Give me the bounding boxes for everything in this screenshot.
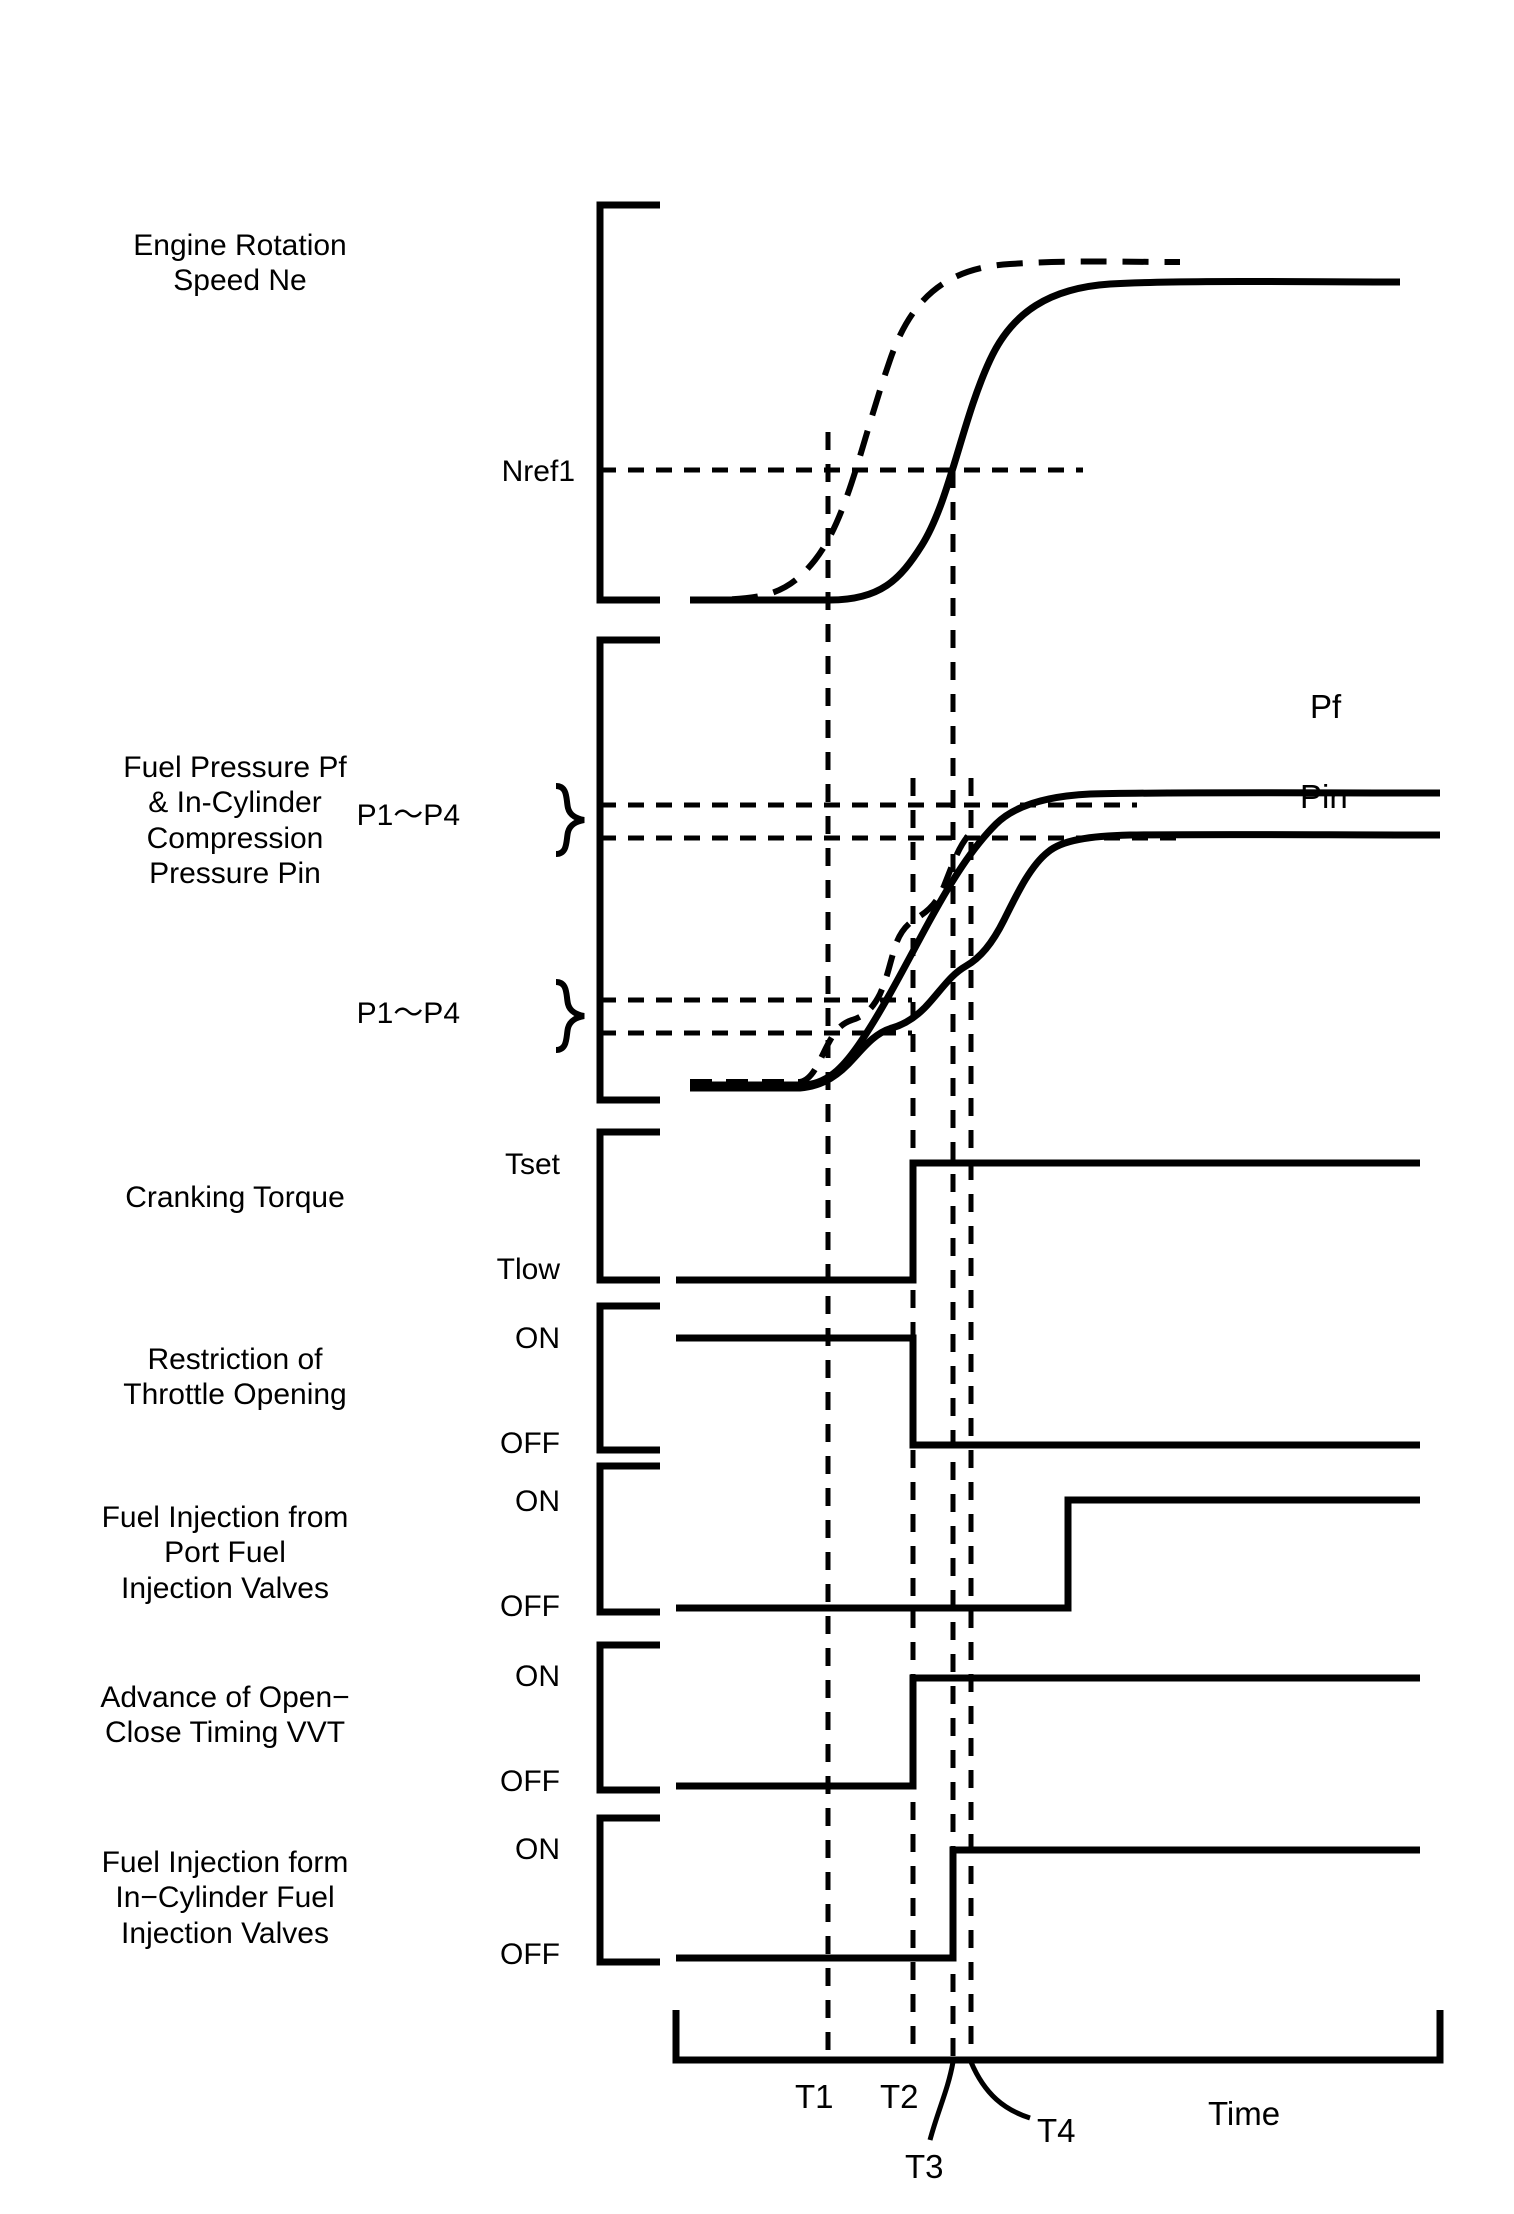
- port-fuel-injection-waveform: [676, 1496, 1420, 1612]
- throttle-restriction-waveform: [676, 1334, 1420, 1449]
- pin-curve: [690, 831, 1441, 1092]
- leader-line-t4: [968, 2061, 1031, 2121]
- leader-line-t3: [927, 2061, 956, 2141]
- axis-bracket-port-fuel: [596, 1462, 660, 1616]
- figure-canvas: Engine Rotation Speed Ne Fuel Pressure P…: [0, 0, 1514, 2214]
- ne-curve: [690, 278, 1401, 604]
- in-cylinder-injection-waveform: [676, 1846, 1420, 1962]
- axis-bracket-vvt: [596, 1641, 660, 1794]
- brace-icon-lower: [555, 979, 585, 1053]
- timing-chart-svg: [555, 201, 1444, 2141]
- axis-bracket-throttle: [596, 1302, 660, 1454]
- cranking-torque-waveform: [676, 1159, 1420, 1284]
- axis-bracket-ne: [596, 201, 660, 604]
- time-axis-bracket: [672, 2010, 1444, 2064]
- vvt-advance-waveform: [676, 1674, 1420, 1790]
- brace-icon-upper: [555, 783, 585, 857]
- axis-bracket-in-cylinder-fuel: [596, 1814, 660, 1966]
- ne-reference-curve: [689, 258, 1181, 603]
- axis-bracket-torque: [596, 1128, 660, 1284]
